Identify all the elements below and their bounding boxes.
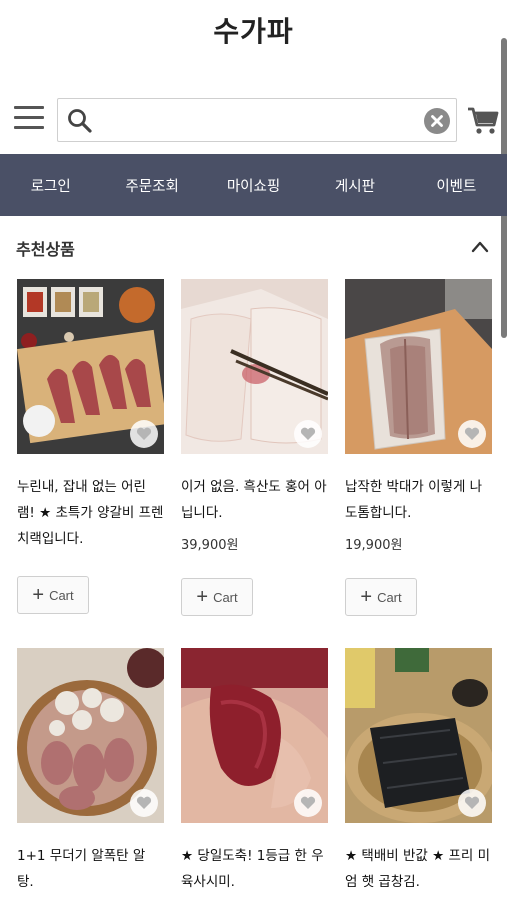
wishlist-heart-icon[interactable] [130, 789, 158, 817]
add-to-cart-button[interactable]: + Cart [345, 578, 417, 616]
search-input[interactable] [100, 105, 420, 135]
menu-icon[interactable] [14, 106, 44, 136]
nav-my-shopping[interactable]: 마이쇼핑 [203, 175, 304, 196]
add-to-cart-button[interactable]: + Cart [17, 576, 89, 614]
product-name[interactable]: 누린내, 잡내 없는 어린 램! ★ 초특가 양갈비 프렌치랙입니다. [17, 474, 164, 552]
plus-icon: + [32, 584, 45, 606]
product-name[interactable]: ★ 택배비 반값 ★ 프리 미엄 햇 곱창김. [345, 843, 492, 895]
nav-event[interactable]: 이벤트 [406, 175, 507, 196]
plus-icon: + [196, 586, 209, 608]
nav-board[interactable]: 게시판 [304, 175, 405, 196]
cart-button-label: Cart [49, 587, 74, 603]
chevron-up-icon[interactable] [471, 240, 489, 254]
app-title: 수가파 [213, 15, 294, 48]
main-nav: 로그인 주문조회 마이쇼핑 게시판 이벤트 [0, 154, 507, 216]
product-image[interactable] [17, 279, 164, 454]
product-card[interactable]: ★ 택배비 반값 ★ 프리 미엄 햇 곱창김. [345, 648, 492, 895]
nav-order-lookup[interactable]: 주문조회 [101, 175, 202, 196]
wishlist-heart-icon[interactable] [294, 420, 322, 448]
recommended-section-header: 추천상품 [0, 236, 507, 264]
clear-icon[interactable] [424, 108, 450, 134]
product-card[interactable]: 1+1 무더기 알폭탄 알 탕. [17, 648, 164, 895]
product-price: 39,900원 [181, 538, 239, 553]
wishlist-heart-icon[interactable] [458, 420, 486, 448]
product-name[interactable]: ★ 당일도축! 1등급 한 우 육사시미. [181, 843, 328, 895]
product-name[interactable]: 이거 없음. 흑산도 홍어 아닙니다. [181, 474, 328, 526]
search-bar [0, 98, 507, 144]
product-image[interactable] [17, 648, 164, 823]
wishlist-heart-icon[interactable] [130, 420, 158, 448]
product-price: 19,900원 [345, 538, 403, 553]
product-image[interactable] [181, 279, 328, 454]
product-image[interactable] [345, 648, 492, 823]
wishlist-heart-icon[interactable] [458, 789, 486, 817]
add-to-cart-button[interactable]: + Cart [181, 578, 253, 616]
nav-login[interactable]: 로그인 [0, 175, 101, 196]
product-name[interactable]: 1+1 무더기 알폭탄 알 탕. [17, 843, 164, 895]
wishlist-heart-icon[interactable] [294, 789, 322, 817]
product-name[interactable]: 납작한 박대가 이렇게 나 도톰합니다. [345, 474, 492, 526]
cart-button-label: Cart [213, 589, 238, 605]
product-card[interactable]: ★ 당일도축! 1등급 한 우 육사시미. [181, 648, 328, 895]
search-box[interactable] [57, 98, 457, 142]
plus-icon: + [360, 586, 373, 608]
product-card[interactable]: 이거 없음. 흑산도 홍어 아닙니다. 39,900원 [181, 279, 328, 553]
product-image[interactable] [345, 279, 492, 454]
product-card[interactable]: 납작한 박대가 이렇게 나 도톰합니다. 19,900원 [345, 279, 492, 553]
cart-button-label: Cart [377, 589, 402, 605]
search-icon [68, 109, 92, 133]
cart-icon[interactable] [466, 104, 500, 136]
product-card[interactable]: 누린내, 잡내 없는 어린 램! ★ 초특가 양갈비 프렌치랙입니다. [17, 279, 164, 552]
section-title: 추천상품 [16, 240, 75, 259]
product-image[interactable] [181, 648, 328, 823]
